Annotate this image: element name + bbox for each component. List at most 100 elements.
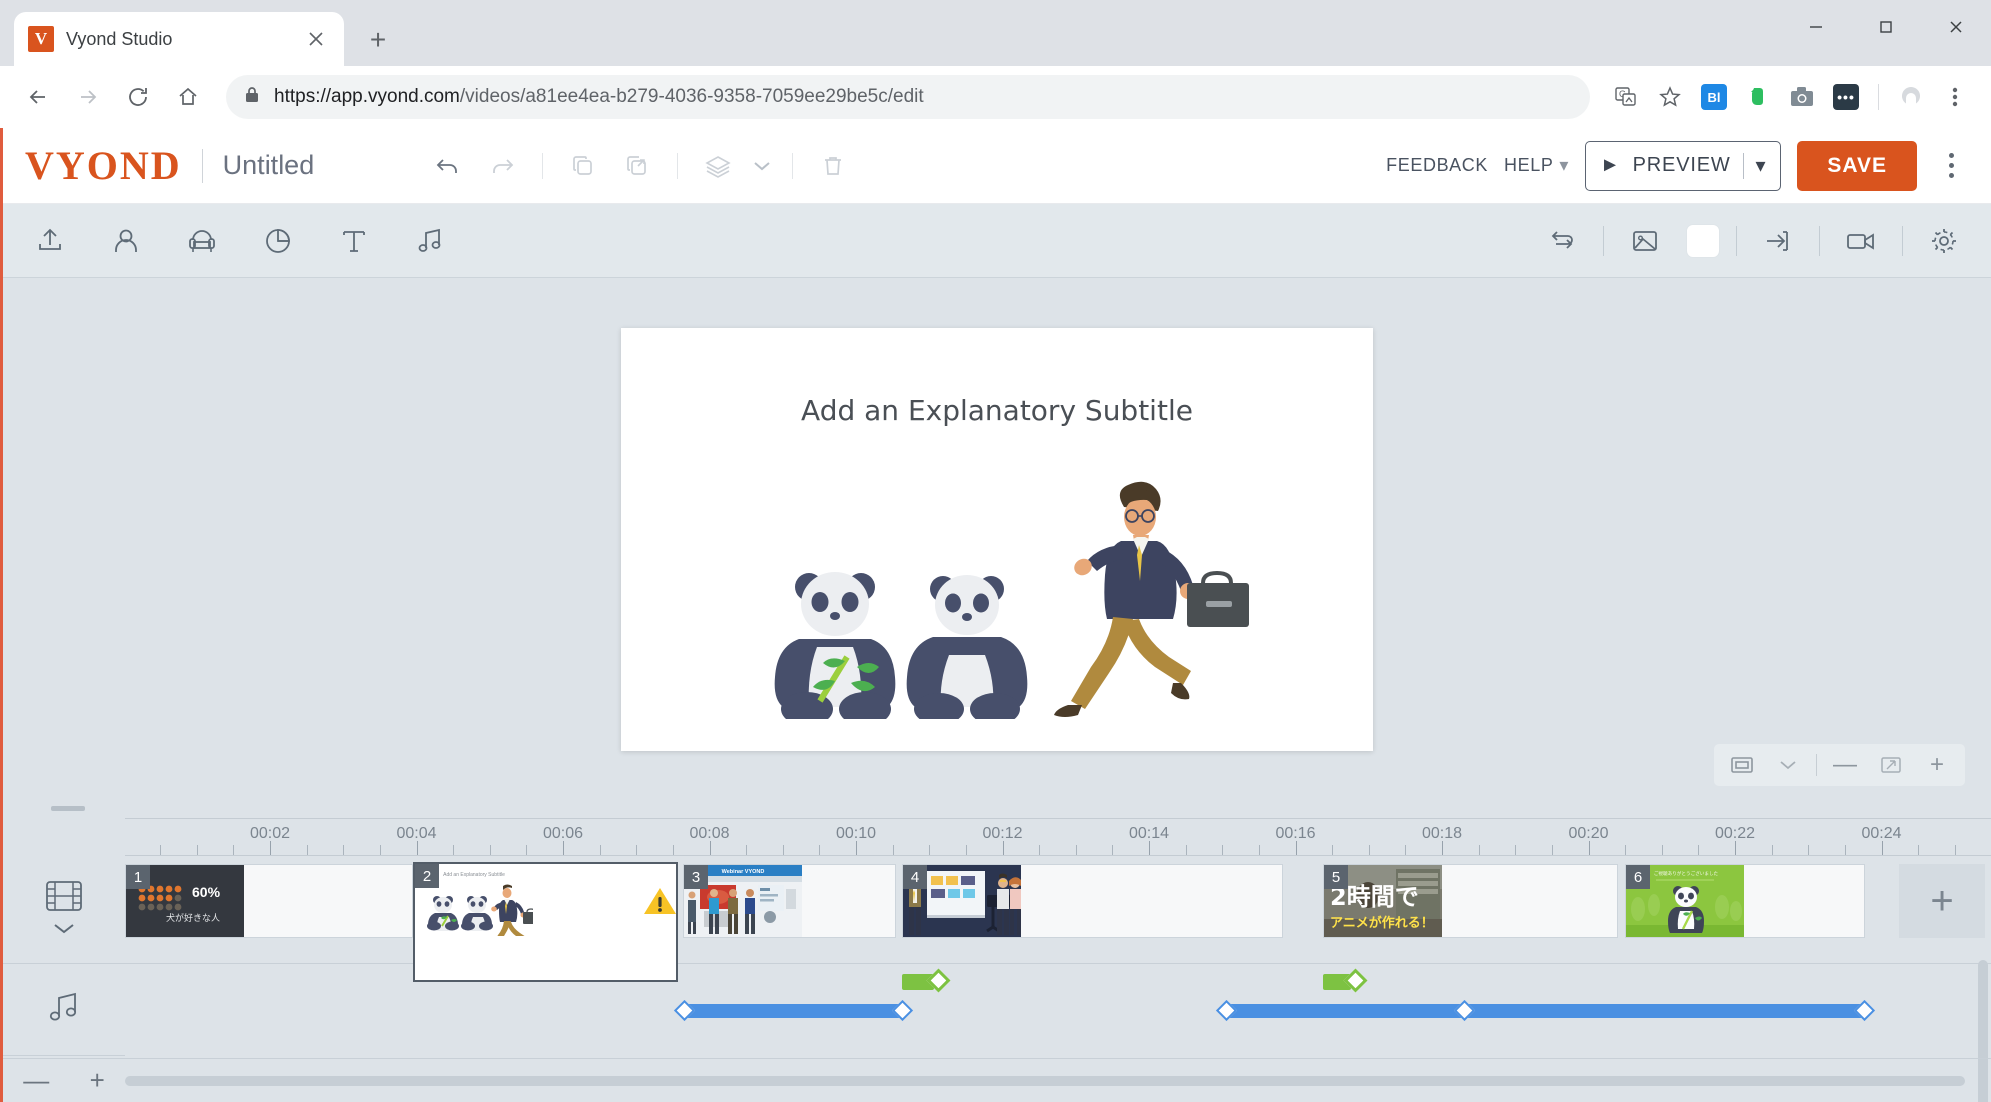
scene-clip[interactable]: Add an Explanatory Subtitle 2 — [413, 862, 678, 982]
svg-text:Webinar VYOND: Webinar VYOND — [722, 869, 765, 875]
timeline-resize-handle[interactable] — [51, 806, 85, 811]
scene-clip[interactable]: 4 — [902, 864, 1283, 938]
bookmark-star-icon[interactable] — [1650, 77, 1690, 117]
profile-avatar-icon[interactable] — [1891, 77, 1931, 117]
feedback-link[interactable]: FEEDBACK — [1386, 155, 1488, 176]
props-icon[interactable] — [177, 216, 227, 266]
duplicate-icon[interactable] — [613, 142, 661, 190]
lock-icon — [244, 86, 260, 109]
reload-icon[interactable] — [116, 75, 160, 119]
new-tab-button[interactable]: + — [356, 18, 400, 62]
upload-icon[interactable] — [25, 216, 75, 266]
camera-icon[interactable] — [1836, 216, 1886, 266]
home-icon[interactable] — [166, 75, 210, 119]
zoom-out-button[interactable]: — — [1827, 747, 1863, 783]
stage-subtitle-text[interactable]: Add an Explanatory Subtitle — [621, 394, 1373, 427]
scene-clip[interactable]: ご視聴ありがとうございました 6 — [1625, 864, 1865, 938]
settings-gear-icon[interactable] — [1919, 216, 1969, 266]
music-note-icon — [46, 990, 82, 1029]
background-image-icon[interactable] — [1620, 216, 1670, 266]
ruler-tick — [1808, 845, 1810, 855]
text-icon[interactable] — [329, 216, 379, 266]
ruler-tick — [196, 845, 198, 855]
running-businessman — [1054, 481, 1249, 717]
enter-effect-icon[interactable] — [1753, 216, 1803, 266]
video-stage[interactable]: Add an Explanatory Subtitle — [621, 327, 1373, 751]
preview-chevron-down-icon[interactable]: ▾ — [1756, 153, 1767, 178]
browser-tab[interactable]: V Vyond Studio — [14, 12, 344, 66]
keyframe-marker-row[interactable] — [125, 964, 1991, 1000]
layers-icon[interactable] — [694, 142, 742, 190]
scene-duration-bar[interactable] — [683, 1004, 903, 1018]
window-close-button[interactable] — [1921, 0, 1991, 54]
warning-icon[interactable] — [643, 886, 676, 916]
scene-clip[interactable]: 2時間で アニメが作れる！ 5 — [1323, 864, 1618, 938]
tab-close-icon[interactable] — [302, 25, 330, 53]
app-menu-icon[interactable] — [1933, 142, 1969, 190]
audio-track-header[interactable] — [3, 964, 125, 1056]
zoom-mode-chevron-down-icon[interactable] — [1770, 747, 1806, 783]
charts-icon[interactable] — [253, 216, 303, 266]
scene-duration-bar[interactable] — [1225, 1004, 1865, 1018]
timeline-ruler[interactable]: 00:02 00:04 00:06 00:08 00:10 00:12 00:14 00:16… — [125, 818, 1991, 856]
vyond-logo[interactable]: VYOND — [25, 145, 182, 186]
browser-menu-icon[interactable] — [1935, 77, 1975, 117]
timeline-zoom-in-button[interactable]: + — [90, 1065, 105, 1096]
window-minimize-button[interactable] — [1781, 0, 1851, 54]
scene-track-chevron-down-icon[interactable] — [53, 922, 75, 940]
help-label: HELP — [1504, 155, 1554, 175]
scene-clip[interactable]: Webinar VYOND 3 — [683, 864, 896, 938]
project-title[interactable]: Untitled — [223, 150, 315, 181]
ruler-tick — [819, 845, 821, 855]
extension-bl-icon[interactable]: Bl — [1694, 77, 1734, 117]
scene-track-header[interactable] — [3, 856, 125, 964]
undo-icon[interactable] — [424, 142, 472, 190]
scene-number-badge: 5 — [1324, 865, 1348, 889]
address-bar[interactable]: https://app.vyond.com/videos/a81ee4ea-b2… — [226, 75, 1590, 119]
swap-icon[interactable] — [1537, 216, 1587, 266]
canvas-area[interactable]: Add an Explanatory Subtitle — + — [3, 278, 1991, 800]
svg-text:アニメが作れる！: アニメが作れる！ — [1330, 915, 1434, 931]
help-menu[interactable]: HELP ▾ — [1504, 155, 1569, 176]
header-divider — [542, 152, 544, 179]
fullscreen-icon[interactable] — [1873, 747, 1909, 783]
character-icon[interactable] — [101, 216, 151, 266]
ruler-tick — [379, 845, 381, 855]
timeline-zoom-controls: — + — [3, 1065, 125, 1096]
timeline-zoom-out-button[interactable]: — — [23, 1065, 49, 1096]
header-divider — [201, 148, 203, 183]
scene-number-badge: 3 — [684, 865, 708, 889]
scene-clip[interactable]: 60% 犬が好きな人 1 — [125, 864, 413, 938]
copy-icon[interactable] — [559, 142, 607, 190]
audio-icon[interactable] — [405, 216, 455, 266]
redo-icon[interactable] — [478, 142, 526, 190]
preview-button[interactable]: ► PREVIEW ▾ — [1585, 140, 1782, 191]
canvas-zoom-controls: — + — [1714, 744, 1965, 786]
ruler-tick — [856, 841, 857, 855]
window-maximize-button[interactable] — [1851, 0, 1921, 54]
background-color-swatch[interactable] — [1686, 223, 1720, 258]
extension-dots-icon[interactable]: ••• — [1826, 77, 1866, 117]
extension-dots-badge: ••• — [1833, 84, 1859, 110]
stage-characters — [621, 469, 1373, 726]
svg-text:犬が好きな人: 犬が好きな人 — [166, 912, 220, 924]
scene-track[interactable]: 60% 犬が好きな人 1 Add an Explanatory Subtitle … — [125, 856, 1991, 982]
tab-title: Vyond Studio — [66, 28, 173, 49]
add-scene-button[interactable]: + — [1899, 864, 1985, 938]
back-icon[interactable] — [16, 75, 60, 119]
evernote-icon[interactable] — [1738, 77, 1778, 117]
ruler-tick — [1881, 841, 1883, 855]
chevron-down-icon: ▾ — [1559, 155, 1570, 175]
save-button[interactable]: SAVE — [1797, 140, 1917, 191]
translate-icon[interactable]: G — [1606, 77, 1646, 117]
delete-icon[interactable] — [809, 142, 857, 190]
scene-duration-bar-row[interactable] — [125, 999, 1991, 1022]
ruler-tick — [160, 845, 162, 855]
frame-fit-icon[interactable] — [1724, 747, 1760, 783]
timeline-horizontal-scrollbar[interactable] — [125, 1075, 1965, 1086]
layers-chevron-down-icon[interactable] — [748, 142, 776, 190]
ruler-tick — [1551, 845, 1553, 855]
screenshot-camera-icon[interactable] — [1782, 77, 1822, 117]
forward-icon[interactable] — [66, 75, 110, 119]
zoom-in-button[interactable]: + — [1919, 747, 1955, 783]
